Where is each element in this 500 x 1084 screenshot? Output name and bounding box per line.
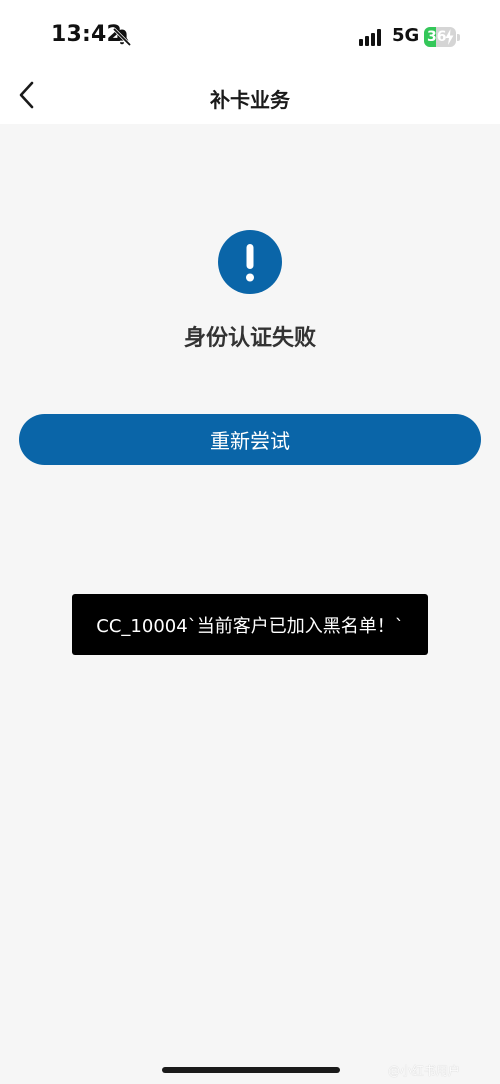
nav-header: 补卡业务	[0, 72, 500, 124]
charging-icon	[445, 29, 454, 45]
battery-icon: 36	[424, 27, 456, 47]
page-title: 补卡业务	[210, 88, 290, 112]
error-toast: CC_10004`当前客户已加入黑名单！`	[72, 594, 428, 655]
toast-message: CC_10004`当前客户已加入黑名单！`	[96, 615, 404, 637]
battery-cap	[457, 34, 460, 41]
exclamation-circle-icon	[218, 230, 282, 294]
signal-icon	[359, 28, 385, 46]
auth-failed-message: 身份认证失败	[183, 326, 316, 351]
watermark: @小红书用户	[388, 1064, 461, 1078]
home-indicator[interactable]	[162, 1067, 340, 1073]
network-type: 5G	[392, 25, 420, 46]
retry-button[interactable]: 重新尝试	[19, 414, 481, 465]
bell-off-icon	[112, 27, 132, 47]
battery-level: 36	[427, 29, 447, 45]
status-bar: 13:42 5G 36	[0, 0, 500, 72]
